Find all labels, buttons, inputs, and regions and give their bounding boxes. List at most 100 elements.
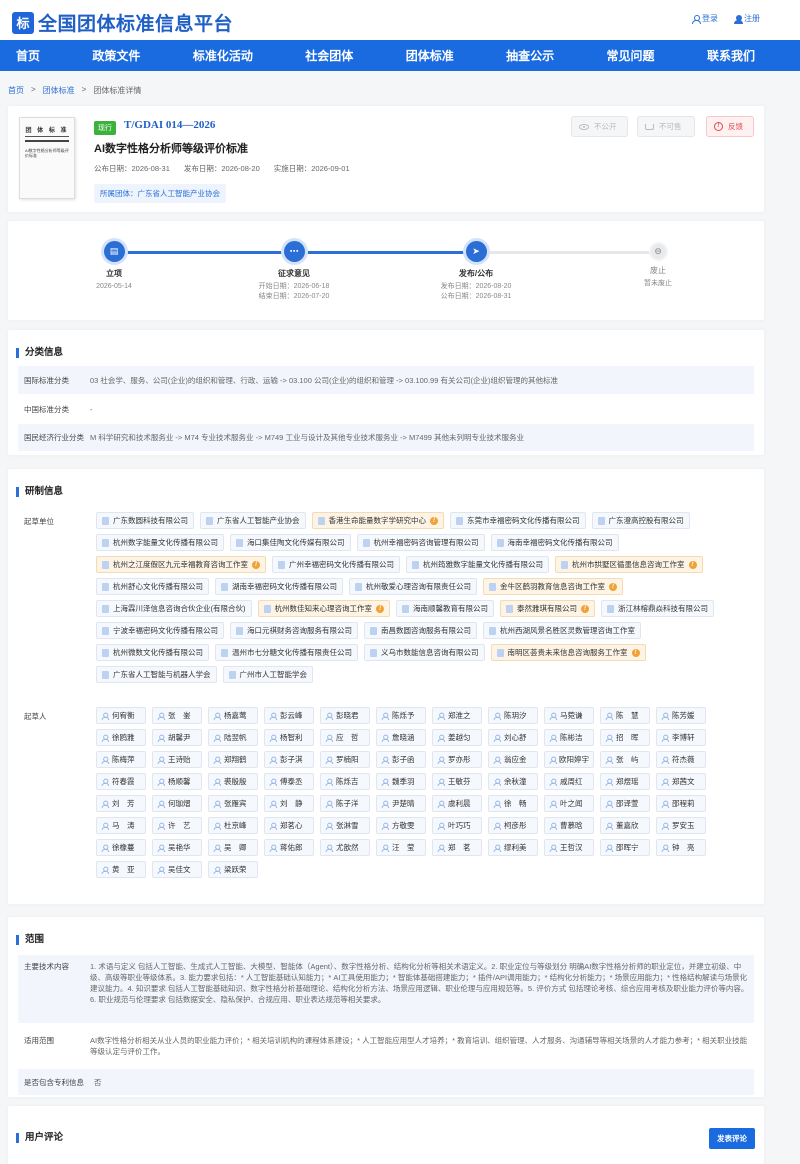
drafting-unit-chip[interactable]: 南明区荟贵未来信息咨询服务工作室! [490,644,646,661]
drafting-unit-chip[interactable]: 杭州市拱墅区循墨信息咨询工作室! [555,556,703,573]
nav-activities[interactable]: 标准化活动 [193,47,253,64]
drafting-unit-chip[interactable]: 湖南幸福密码文化传播有限公司 [215,578,343,595]
drafter-chip[interactable]: 徐鸥雅 [96,729,146,746]
drafting-unit-chip[interactable]: 浙江林榕鼎焱科技有限公司 [601,600,714,617]
drafter-chip[interactable]: 罗亦彤 [432,751,482,768]
drafter-chip[interactable]: 张淋雪 [320,817,370,834]
drafting-unit-chip[interactable]: 杭州敬爱心理咨询有限责任公司 [349,578,477,595]
drafter-chip[interactable]: 虞利晨 [432,795,482,812]
drafting-unit-chip[interactable]: 义乌市数能信息咨询有限公司 [364,644,485,661]
drafter-chip[interactable]: 符杰薇 [656,751,706,768]
drafter-chip[interactable]: 王敏芬 [432,773,482,790]
drafter-chip[interactable]: 招 晖 [600,729,650,746]
drafter-chip[interactable]: 胡馨尹 [152,729,202,746]
drafter-chip[interactable]: 余秋潼 [488,773,538,790]
not-public-button[interactable]: 不公开 [571,116,628,137]
drafter-chip[interactable]: 郑茗心 [264,817,314,834]
drafting-unit-chip[interactable]: 温州市七分糖文化传播有限责任公司 [215,644,358,661]
drafter-chip[interactable]: 徐橡蔓 [96,839,146,856]
drafting-unit-chip[interactable]: 广州幸福密码文化传播有限公司 [272,556,400,573]
nav-organizations[interactable]: 社会团体 [305,47,353,64]
drafter-chip[interactable]: 叶巧巧 [432,817,482,834]
drafting-unit-chip[interactable]: 泰然雅琪有限公司! [500,600,595,617]
drafter-chip[interactable]: 彭晓君 [320,707,370,724]
drafter-chip[interactable]: 何宥衡 [96,707,146,724]
register-link[interactable]: 注册 [734,13,760,24]
drafter-chip[interactable]: 郑翔鹤 [208,751,258,768]
drafting-unit-chip[interactable]: 香港生命能量数字学研究中心! [311,512,444,529]
drafter-chip[interactable]: 陆翌帆 [208,729,258,746]
drafter-chip[interactable]: 李博轩 [656,729,706,746]
drafting-unit-chip[interactable]: 杭州西湖风景名胜区灵数管理咨询工作室 [483,622,641,639]
drafter-chip[interactable]: 郑煜瑶 [600,773,650,790]
drafter-chip[interactable]: 马 涛 [96,817,146,834]
drafter-chip[interactable]: 陈芳媛 [656,707,706,724]
drafting-unit-chip[interactable]: 东莞市幸福密码文化传播有限公司 [450,512,586,529]
breadcrumb-home[interactable]: 首页 [8,85,24,96]
drafter-chip[interactable]: 蒋佑郎 [264,839,314,856]
drafter-chip[interactable]: 吴 卿 [208,839,258,856]
drafter-chip[interactable]: 陈梅萍 [96,751,146,768]
drafter-chip[interactable]: 缪利美 [488,839,538,856]
drafter-chip[interactable]: 梁跃荣 [208,861,258,878]
drafting-unit-chip[interactable]: 杭州舒心文化传播有限公司 [96,578,209,595]
drafter-chip[interactable]: 柯彦彤 [488,817,538,834]
drafter-chip[interactable]: 符春霞 [96,773,146,790]
drafter-chip[interactable]: 陈彬洁 [544,729,594,746]
drafter-chip[interactable]: 钟 亮 [656,839,706,856]
drafter-chip[interactable]: 傅泰丞 [264,773,314,790]
drafter-chip[interactable]: 郑 茗 [432,839,482,856]
drafting-unit-chip[interactable]: 杭州幸福密码咨询管理有限公司 [356,534,485,551]
drafting-unit-chip[interactable]: 杭州数字能量文化传播有限公司 [96,534,224,551]
drafting-unit-chip[interactable]: 海南幸福密码文化传播有限公司 [490,534,619,551]
drafter-chip[interactable]: 刘心舒 [488,729,538,746]
drafting-unit-chip[interactable]: 杭州筠雅数字能量文化传播有限公司 [406,556,549,573]
drafter-chip[interactable]: 陈烁吉 [320,773,370,790]
drafter-chip[interactable]: 陈玥汐 [488,707,538,724]
drafter-chip[interactable]: 吴艳华 [152,839,202,856]
feedback-button[interactable]: ! 反馈 [706,116,754,137]
drafter-chip[interactable]: 王哲汉 [544,839,594,856]
drafter-chip[interactable]: 魏季羽 [376,773,426,790]
drafter-chip[interactable]: 王诗贻 [152,751,202,768]
drafter-chip[interactable]: 欧阳婷宇 [544,751,594,768]
drafter-chip[interactable]: 方敬雯 [376,817,426,834]
drafter-chip[interactable]: 杨嘉莺 [208,707,258,724]
drafter-chip[interactable]: 尹楚晴 [376,795,426,812]
nav-policy[interactable]: 政策文件 [92,47,140,64]
nav-faq[interactable]: 常见问题 [607,47,655,64]
nav-contact[interactable]: 联系我们 [707,47,755,64]
drafter-chip[interactable]: 马菀谦 [544,707,594,724]
organization-tag[interactable]: 所属团体：广东省人工智能产业协会 [94,184,226,203]
drafting-unit-chip[interactable]: 海南顺馨教育有限公司 [396,600,494,617]
nav-home[interactable]: 首页 [16,47,40,64]
drafter-chip[interactable]: 翁应金 [488,751,538,768]
drafter-chip[interactable]: 詹晓涵 [376,729,426,746]
drafter-chip[interactable]: 刘 静 [264,795,314,812]
drafter-chip[interactable]: 邵程莉 [656,795,706,812]
drafter-chip[interactable]: 董嘉欣 [600,817,650,834]
drafter-chip[interactable]: 尤歆然 [320,839,370,856]
drafter-chip[interactable]: 徐 畅 [488,795,538,812]
drafting-unit-chip[interactable]: 广东澄高控股有限公司 [591,512,690,529]
drafting-unit-chip[interactable]: 广东数圆科技有限公司 [96,512,194,529]
drafter-chip[interactable]: 戚周红 [544,773,594,790]
drafter-chip[interactable]: 刘 芳 [96,795,146,812]
drafter-chip[interactable]: 许 艺 [152,817,202,834]
drafter-chip[interactable]: 姜越匀 [432,729,482,746]
drafting-unit-chip[interactable]: 广东省人工智能与机器人学会 [96,666,217,683]
drafter-chip[interactable]: 张 崟 [152,707,202,724]
drafter-chip[interactable]: 郑茜文 [656,773,706,790]
drafter-chip[interactable]: 张雁宾 [208,795,258,812]
drafting-unit-chip[interactable]: 广东省人工智能产业协会 [200,512,306,529]
drafter-chip[interactable]: 吴佳文 [152,861,202,878]
drafter-chip[interactable]: 陈子洋 [320,795,370,812]
drafter-chip[interactable]: 邵晖宁 [600,839,650,856]
drafting-unit-chip[interactable]: 海口元祺财务咨询服务有限公司 [230,622,358,639]
drafting-unit-chip[interactable]: 南昌数圆咨询服务有限公司 [364,622,477,639]
drafter-chip[interactable]: 黄 亚 [96,861,146,878]
drafting-unit-chip[interactable]: 杭州微数文化传播有限公司 [96,644,209,661]
drafter-chip[interactable]: 裘殷殷 [208,773,258,790]
standard-cover-thumbnail[interactable]: 团 体 标 准 AI数字性格分析师等级评价标准 [19,117,75,199]
drafter-chip[interactable]: 罗安玉 [656,817,706,834]
